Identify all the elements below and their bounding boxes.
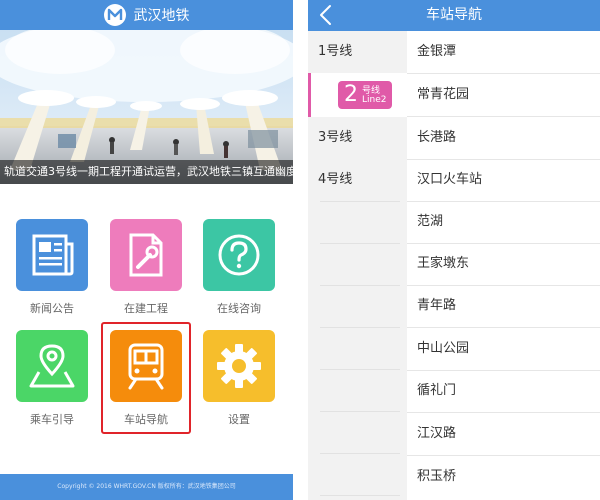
line2-badge-number: 2 [344,82,358,107]
construction-tile-button[interactable] [110,219,182,291]
station-item[interactable]: 范湖 [407,201,600,243]
station-item[interactable]: 汉口火车站 [407,159,600,201]
selection-highlight-box [101,322,191,434]
station-item[interactable]: 长港路 [407,117,600,159]
construction-document-icon [129,233,163,277]
station-item[interactable]: 青年路 [407,285,600,327]
line-divider [320,285,400,286]
line2-badge: 2 号线 Line2 [338,81,392,109]
news-tile-button[interactable] [16,219,88,291]
line-item-4[interactable]: 4号线 [308,159,407,201]
line-item-label: 1号线 [318,44,353,59]
line2-badge-en: Line2 [362,95,387,105]
station-item[interactable]: 循礼门 [407,370,600,412]
station-item[interactable]: 王家墩东 [407,243,600,285]
chevron-left-icon [320,5,331,25]
page-title: 车站导航 [426,7,482,23]
news-tile-label: 新闻公告 [30,302,74,315]
banner-carousel[interactable]: 轨道交通3号线一期工程开通试运营，武汉地铁三镇互通幽度成环 [0,30,293,184]
station-item[interactable]: 金银潭 [407,31,600,73]
station-nav-screen: 车站导航 1号线 2 号线 Line2 3号线 4号线 金银潭 常青花园 长港路… [308,0,600,500]
ride-guide-tile-button[interactable] [16,330,88,402]
line-divider [320,243,400,244]
station-item[interactable]: 积玉桥 [407,456,600,498]
app-header: 武汉地铁 [0,0,293,30]
station-list: 金银潭 常青花园 长港路 汉口火车站 范湖 王家墩东 青年路 中山公园 循礼门 … [407,31,600,500]
gear-icon [217,344,261,388]
home-screen: 武汉地铁 轨道交通3号线一期工程开通试运营，武汉地铁三镇互通幽度成环 新闻公告 … [0,0,293,500]
line-item-label: 3号线 [318,130,353,145]
line-divider [320,201,400,202]
nav-header: 车站导航 [308,0,600,31]
station-item[interactable]: 中山公园 [407,328,600,370]
line-item-2-active[interactable]: 2 号线 Line2 [308,73,407,117]
line-item-1[interactable]: 1号线 [308,31,407,73]
banner-caption: 轨道交通3号线一期工程开通试运营，武汉地铁三镇互通幽度成环 [0,160,293,184]
construction-tile-label: 在建工程 [124,302,168,315]
settings-tile-label: 设置 [228,413,250,426]
settings-tile-button[interactable] [203,330,275,402]
map-pin-icon [29,344,75,388]
line-list: 1号线 2 号线 Line2 3号线 4号线 [308,31,407,500]
line-item-3[interactable]: 3号线 [308,117,407,159]
line-divider [320,411,400,412]
active-line-indicator [308,73,311,117]
consult-tile-label: 在线咨询 [217,302,261,315]
consult-tile-button[interactable] [203,219,275,291]
line-divider [320,495,400,496]
line-divider [320,327,400,328]
question-icon [218,234,260,276]
copyright-footer: Copyright © 2016 WHRT.GOV.CN 版权所有：武汉地铁集团… [0,474,293,500]
newspaper-icon [32,234,74,276]
line-item-label: 4号线 [318,172,353,187]
metro-logo-icon [103,4,126,26]
station-item[interactable]: 江汉路 [407,413,600,455]
ride-guide-tile-label: 乘车引导 [30,413,74,426]
screenshot-stage: 武汉地铁 轨道交通3号线一期工程开通试运营，武汉地铁三镇互通幽度成环 新闻公告 … [0,0,600,500]
app-title: 武汉地铁 [133,8,190,24]
line-divider [320,453,400,454]
line-divider [320,369,400,370]
station-item[interactable]: 常青花园 [407,74,600,116]
back-button[interactable] [316,3,336,27]
